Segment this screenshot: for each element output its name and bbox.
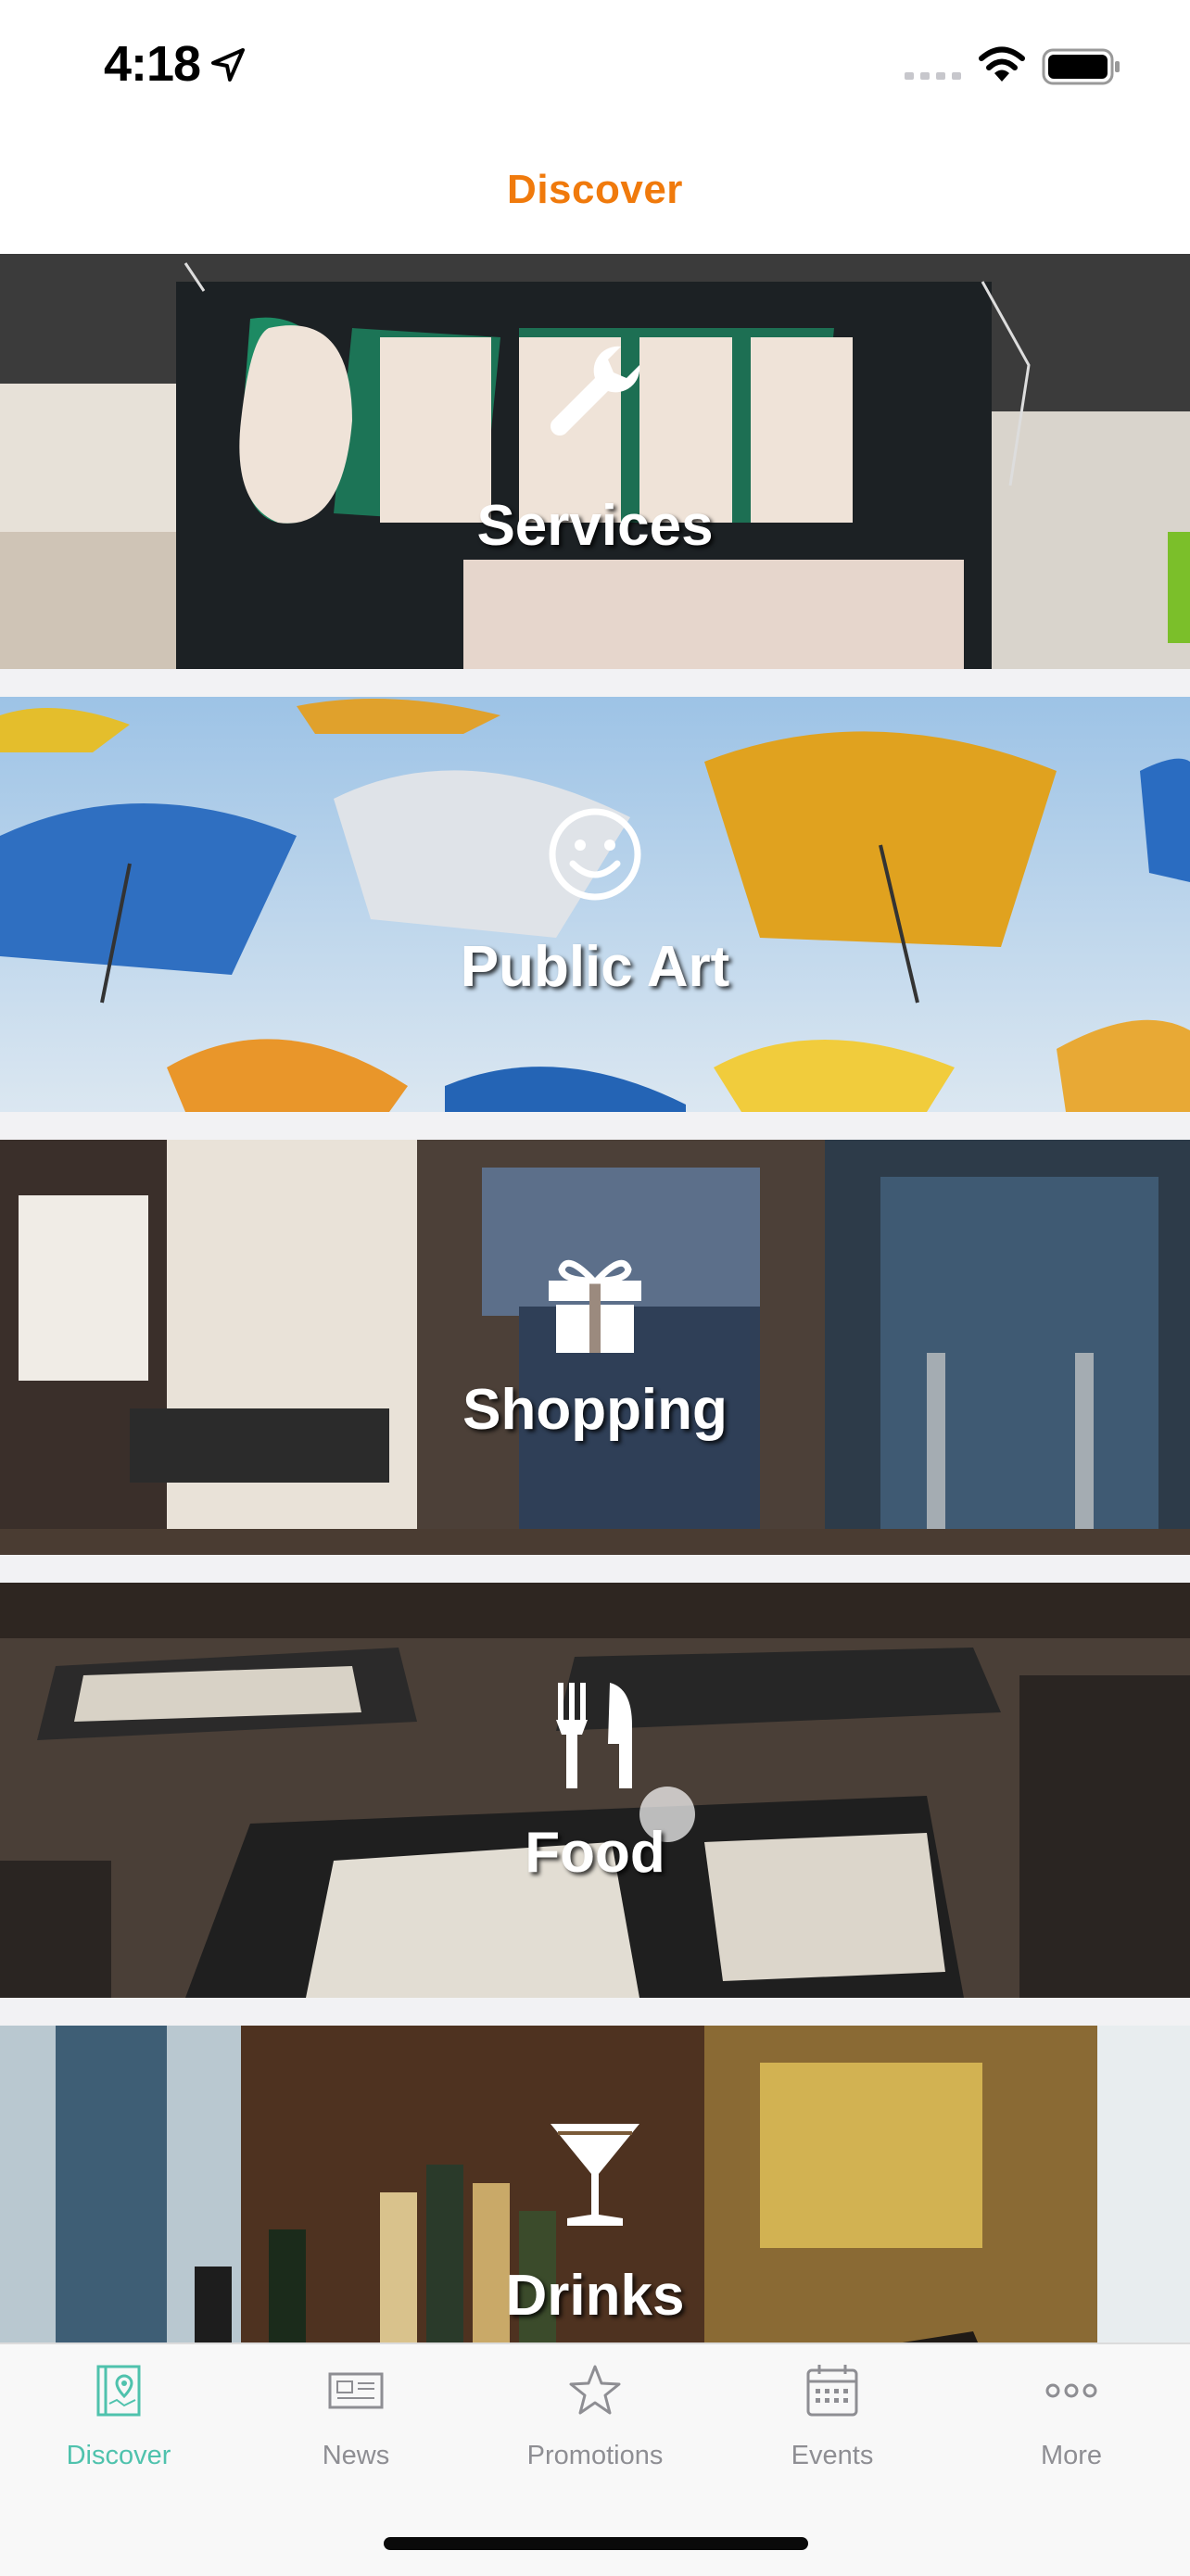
category-card-shopping[interactable]: Shopping (0, 1140, 1190, 1555)
tab-label: News (322, 2441, 390, 2470)
category-card-services[interactable]: Services (0, 254, 1190, 669)
tab-news[interactable]: News (237, 2344, 475, 2483)
tab-more[interactable]: More (953, 2344, 1190, 2483)
battery-icon (1042, 48, 1120, 85)
signal-icon (905, 72, 961, 80)
status-bar: 4:18 (0, 0, 1190, 130)
navigation-bar: Discover (0, 130, 1190, 254)
category-label: Services (476, 494, 714, 558)
ellipsis-icon (1045, 2383, 1097, 2398)
tab-label: Events (791, 2441, 874, 2470)
home-indicator[interactable] (384, 2537, 808, 2550)
cocktail-glass-icon (551, 2124, 639, 2226)
category-card-food[interactable]: Food (0, 1583, 1190, 1998)
page-title: Discover (507, 167, 683, 212)
tab-discover[interactable]: Discover (0, 2344, 237, 2483)
category-list[interactable]: Services Public Art Shopping Food Drinks (0, 254, 1190, 2342)
food-background-image (0, 1583, 1190, 1998)
wifi-icon (979, 46, 1025, 82)
map-book-icon (96, 2365, 141, 2417)
tab-events[interactable]: Events (714, 2344, 951, 2483)
category-label: Public Art (460, 935, 730, 999)
wrench-icon (551, 346, 640, 436)
newspaper-icon (328, 2372, 384, 2409)
star-icon (569, 2365, 621, 2415)
calendar-icon (806, 2365, 858, 2417)
services-background-image (0, 254, 1190, 669)
category-label: Drinks (505, 2264, 685, 2328)
category-card-drinks[interactable]: Drinks (0, 2026, 1190, 2342)
tab-label: Discover (66, 2441, 171, 2470)
gift-icon (549, 1259, 641, 1353)
status-time: 4:18 (104, 36, 201, 92)
tab-promotions[interactable]: Promotions (476, 2344, 714, 2483)
tab-label: More (1040, 2441, 1103, 2470)
category-label: Shopping (462, 1378, 728, 1442)
location-arrow-icon (211, 48, 245, 82)
category-card-public-art[interactable]: Public Art (0, 697, 1190, 1112)
smiley-icon (549, 808, 641, 901)
tab-label: Promotions (526, 2441, 664, 2470)
category-label: Food (525, 1821, 665, 1885)
fork-knife-icon (556, 1683, 632, 1788)
